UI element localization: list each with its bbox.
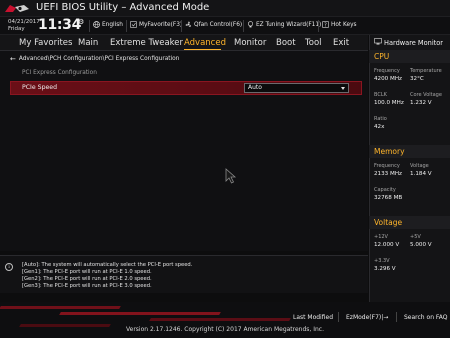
memory-voltage-value: 1.184 V xyxy=(410,171,432,177)
separator xyxy=(181,20,182,32)
language-label: English xyxy=(102,21,123,28)
monitor-icon xyxy=(374,38,382,47)
date-display: 04/21/2017 Friday xyxy=(8,19,40,32)
voltage-3v3-value: 3.296 V xyxy=(374,266,396,272)
separator xyxy=(318,20,319,32)
cpu-ratio-value: 42x xyxy=(374,124,385,130)
decor-streak xyxy=(0,306,121,309)
myfavorite-button[interactable]: MyFavorite(F3) xyxy=(130,21,182,28)
question-icon: ? xyxy=(322,21,329,29)
clock-settings-gear-icon[interactable]: ⚙ xyxy=(78,18,84,26)
day-text: Friday xyxy=(8,25,25,32)
section-title: PCI Express Configuration xyxy=(22,70,97,76)
memory-capacity-label: Capacity xyxy=(374,187,396,193)
hardware-monitor-title: Hardware Monitor xyxy=(374,38,443,47)
tab-my-favorites[interactable]: My Favorites xyxy=(19,38,72,48)
help-line: [Auto]: The system will automatically se… xyxy=(22,262,193,268)
active-tab-indicator xyxy=(184,49,221,50)
search-faq-button[interactable]: Search on FAQ xyxy=(404,314,448,321)
version-text: Version 2.17.1246. Copyright (C) 2017 Am… xyxy=(125,326,325,333)
info-icon: i xyxy=(5,263,13,271)
help-line: [Gen2]: The PCI-E port will run at PCI-E… xyxy=(22,276,152,282)
breadcrumb[interactable]: ← Advanced\PCH Configuration\PCI Express… xyxy=(10,55,179,63)
back-arrow-icon[interactable]: ← xyxy=(10,55,16,63)
hardware-monitor-label: Hardware Monitor xyxy=(384,38,443,47)
tab-boot[interactable]: Boot xyxy=(276,38,296,48)
cpu-frequency-value: 4200 MHz xyxy=(374,76,402,82)
hot-keys-button[interactable]: ? Hot Keys xyxy=(322,21,357,29)
cpu-section-label: CPU xyxy=(374,52,390,61)
cpu-temperature-value: 32°C xyxy=(410,76,424,82)
qfan-control-button[interactable]: Qfan Control(F6) xyxy=(185,21,242,28)
memory-frequency-value: 2133 MHz xyxy=(374,171,402,177)
bulb-icon xyxy=(247,21,254,28)
voltage-12v-label: +12V xyxy=(374,234,388,240)
myfavorite-label: MyFavorite(F3) xyxy=(139,21,183,28)
decor-streak xyxy=(149,318,291,321)
app-title: UEFI BIOS Utility – Advanced Mode xyxy=(36,2,210,13)
svg-text:?: ? xyxy=(324,23,327,29)
decor-streak xyxy=(59,312,221,315)
tab-exit[interactable]: Exit xyxy=(333,38,349,48)
help-line: [Gen3]: The PCI-E port will run at PCI-E… xyxy=(22,283,152,289)
globe-icon xyxy=(93,21,100,28)
breadcrumb-path: Advanced\PCH Configuration\PCI Express C… xyxy=(18,56,180,62)
rog-logo-icon xyxy=(5,5,29,12)
voltage-12v-value: 12.000 V xyxy=(374,242,400,248)
tab-tool[interactable]: Tool xyxy=(305,38,322,48)
clock-display: 11:34 xyxy=(38,17,82,33)
chevron-down-icon xyxy=(341,87,345,90)
voltage-5v-value: 5.000 V xyxy=(410,242,432,248)
qfan-control-label: Qfan Control(F6) xyxy=(194,21,243,28)
fan-icon xyxy=(185,21,192,28)
tab-advanced[interactable]: Advanced xyxy=(184,38,226,48)
separator xyxy=(89,20,90,32)
memory-voltage-label: Voltage xyxy=(410,163,429,169)
cpu-ratio-label: Ratio xyxy=(374,116,387,122)
cpu-bclk-value: 100.0 MHz xyxy=(374,100,404,106)
separator xyxy=(338,312,339,322)
separator xyxy=(126,20,127,32)
voltage-5v-label: +5V xyxy=(410,234,421,240)
pcie-speed-value: Auto xyxy=(248,84,262,91)
memory-capacity-value: 32768 MB xyxy=(374,195,403,201)
voltage-3v3-label: +3.3V xyxy=(374,258,390,264)
ez-tuning-wizard-label: EZ Tuning Wizard(F11) xyxy=(256,21,322,28)
last-modified-button[interactable]: Last Modified xyxy=(293,314,333,321)
memory-frequency-label: Frequency xyxy=(374,163,400,169)
language-button[interactable]: English xyxy=(93,21,123,28)
tab-main[interactable]: Main xyxy=(78,38,98,48)
pcie-speed-select[interactable]: Auto xyxy=(244,83,349,93)
ezmode-button[interactable]: EzMode(F7)|→ xyxy=(346,314,388,321)
cpu-core-voltage-label: Core Voltage xyxy=(410,92,442,98)
date-text: 04/21/2017 xyxy=(8,19,40,25)
setting-label-pcie-speed: PCIe Speed xyxy=(22,84,58,91)
tab-extreme-tweaker[interactable]: Extreme Tweaker xyxy=(110,38,183,48)
tab-monitor[interactable]: Monitor xyxy=(234,38,266,48)
ez-tuning-wizard-button[interactable]: EZ Tuning Wizard(F11) xyxy=(247,21,321,28)
cpu-temperature-label: Temperature xyxy=(410,68,442,74)
voltage-section-label: Voltage xyxy=(374,218,403,227)
hot-keys-label: Hot Keys xyxy=(331,21,357,28)
help-line: [Gen1]: The PCI-E port will run at PCI-E… xyxy=(22,269,152,275)
separator xyxy=(396,312,397,322)
cpu-core-voltage-value: 1.232 V xyxy=(410,100,432,106)
cpu-frequency-label: Frequency xyxy=(374,68,400,74)
memory-section-label: Memory xyxy=(374,147,405,156)
cpu-bclk-label: BCLK xyxy=(374,92,387,98)
mouse-cursor-icon xyxy=(225,168,237,184)
favorite-icon xyxy=(130,21,137,28)
separator xyxy=(243,20,244,32)
